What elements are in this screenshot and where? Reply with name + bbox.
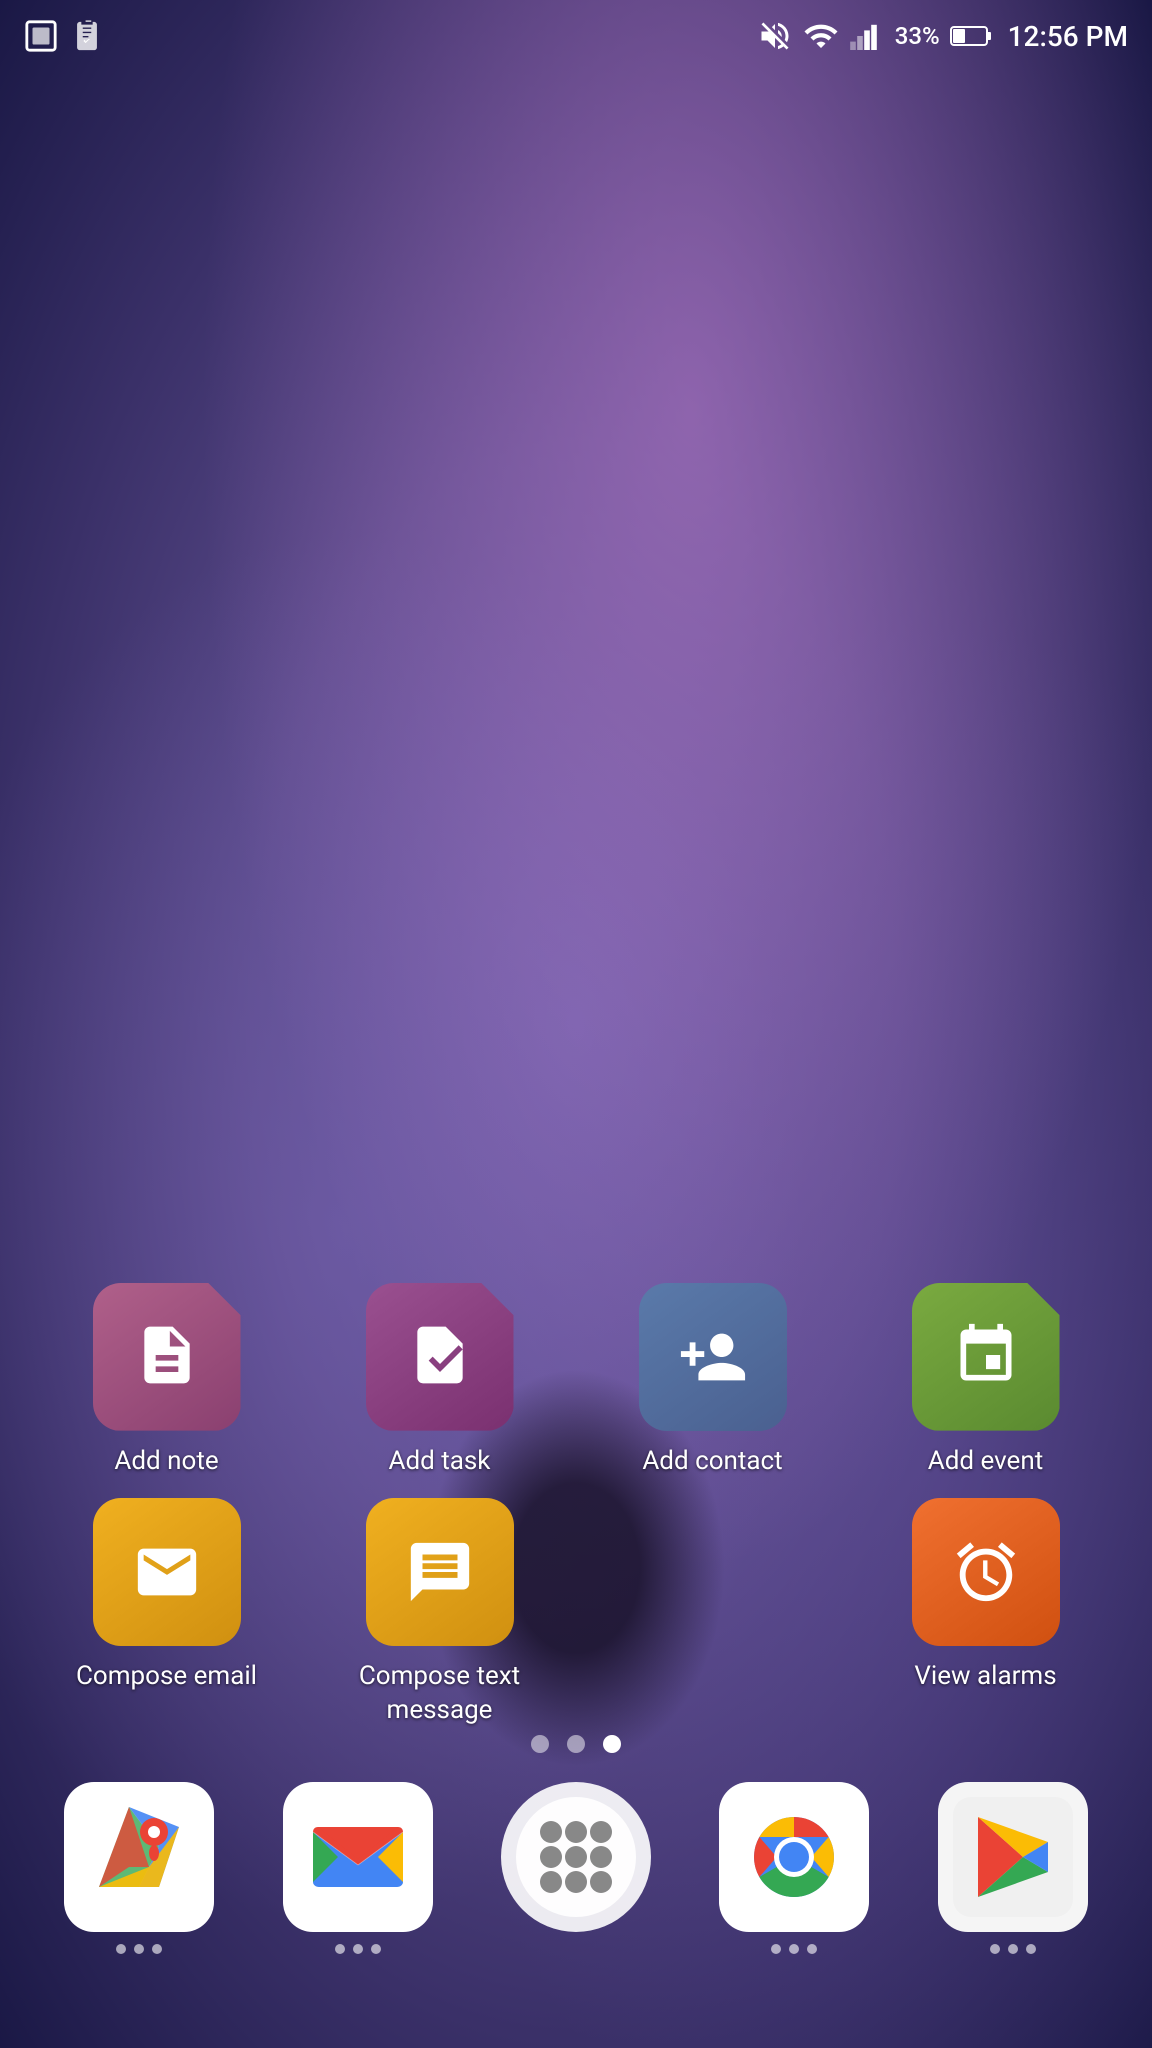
add-event-app[interactable]: Add event	[886, 1283, 1086, 1479]
maps-icon	[64, 1782, 214, 1932]
add-task-label: Add task	[389, 1445, 491, 1479]
view-alarms-app[interactable]: View alarms	[886, 1498, 1086, 1694]
status-bar: 33% 12:56 PM	[0, 0, 1152, 72]
add-event-icon	[952, 1321, 1020, 1393]
compose-email-app[interactable]: Compose email	[67, 1498, 267, 1694]
add-contact-label: Add contact	[642, 1445, 782, 1479]
compose-text-label: Compose text message	[340, 1660, 540, 1728]
mute-icon	[757, 18, 793, 54]
compose-email-label: Compose email	[76, 1660, 257, 1694]
chrome-icon	[719, 1782, 869, 1932]
add-note-app[interactable]: Add note	[67, 1283, 267, 1479]
maps-dot-1	[116, 1944, 126, 1954]
gmail-dot-1	[335, 1944, 345, 1954]
app-row-1: Add note Add task Add contact	[30, 1283, 1122, 1479]
screenshot-icon	[24, 19, 58, 53]
chrome-dots	[771, 1944, 817, 1954]
view-alarms-icon	[912, 1498, 1060, 1646]
maps-dot-2	[134, 1944, 144, 1954]
add-task-icon	[406, 1321, 474, 1393]
app-row-2: Compose email Compose text message View …	[30, 1498, 1122, 1728]
playstore-dot-3	[1026, 1944, 1036, 1954]
compose-text-icon	[366, 1498, 514, 1646]
playstore-dot-1	[990, 1944, 1000, 1954]
chrome-dot-3	[807, 1944, 817, 1954]
task-icon	[70, 19, 104, 53]
add-task-icon-wrap	[366, 1283, 514, 1431]
view-alarms-label: View alarms	[914, 1660, 1056, 1694]
add-event-icon-wrap	[912, 1283, 1060, 1431]
compose-text-app[interactable]: Compose text message	[340, 1498, 540, 1728]
add-task-app[interactable]: Add task	[340, 1283, 540, 1479]
wifi-icon	[803, 18, 839, 54]
chrome-dot-2	[789, 1944, 799, 1954]
add-note-icon-wrap	[93, 1283, 241, 1431]
playstore-dots	[990, 1944, 1036, 1954]
chrome-dock-item[interactable]	[719, 1782, 869, 1954]
gmail-dots	[335, 1944, 381, 1954]
apps-drawer-item[interactable]	[501, 1782, 651, 1932]
page-dot-3[interactable]	[603, 1735, 621, 1753]
playstore-dock-item[interactable]	[938, 1782, 1088, 1954]
maps-dot-3	[152, 1944, 162, 1954]
app-grid: Add note Add task Add contact	[0, 1283, 1152, 1728]
gmail-icon	[283, 1782, 433, 1932]
page-dot-1[interactable]	[531, 1735, 549, 1753]
gmail-dot-3	[371, 1944, 381, 1954]
battery-percentage: 33%	[895, 22, 940, 50]
page-indicators	[0, 1735, 1152, 1753]
status-left-icons	[24, 19, 104, 53]
playstore-icon	[938, 1782, 1088, 1932]
compose-email-icon	[93, 1498, 241, 1646]
page-dot-2[interactable]	[567, 1735, 585, 1753]
maps-dots	[116, 1944, 162, 1954]
battery-icon	[950, 22, 992, 50]
playstore-dot-2	[1008, 1944, 1018, 1954]
add-event-label: Add event	[928, 1445, 1043, 1479]
chrome-dot-1	[771, 1944, 781, 1954]
add-contact-app[interactable]: Add contact	[613, 1283, 813, 1479]
add-note-icon	[133, 1321, 201, 1393]
gmail-dot-2	[353, 1944, 363, 1954]
add-contact-icon	[639, 1283, 787, 1431]
apps-drawer-icon	[501, 1782, 651, 1932]
add-note-label: Add note	[114, 1445, 218, 1479]
maps-dock-item[interactable]	[64, 1782, 214, 1954]
gmail-dock-item[interactable]	[283, 1782, 433, 1954]
status-time: 12:56 PM	[1008, 20, 1128, 53]
signal-icon	[849, 22, 885, 50]
dock	[0, 1758, 1152, 2048]
status-right-icons: 33% 12:56 PM	[757, 18, 1128, 54]
